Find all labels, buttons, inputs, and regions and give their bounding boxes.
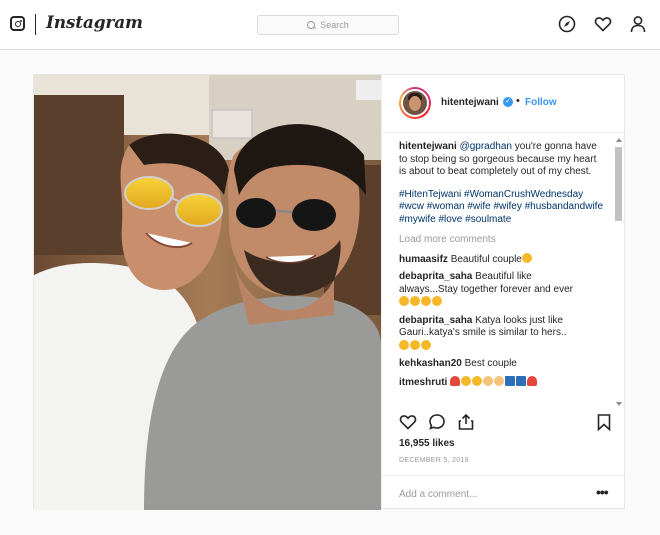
kiss-emoji-icon [432,296,442,306]
heart-eyes-emoji-icon [421,296,431,306]
post-header: hitentejwani ✓ • Follow [382,75,627,133]
instagram-camera-icon[interactable] [10,16,25,31]
instagram-wordmark[interactable]: Instagram [46,13,143,33]
verified-badge-icon: ✓ [503,97,513,107]
logo-divider [35,14,36,35]
comment-bubble-icon[interactable] [428,413,446,431]
grin-emoji-icon [472,375,483,386]
red-heart-emoji-icon [450,375,461,386]
comments-list[interactable]: hitentejwani @gpradhan you're gonna have… [399,141,604,405]
blue-emoji-icon [505,375,516,386]
story-ring[interactable] [399,87,431,119]
follow-button[interactable]: Follow [525,97,557,108]
grin-emoji-icon [461,375,472,386]
likes-count[interactable]: 16,955 likes [399,438,455,449]
comment-username[interactable]: kehkashan20 [399,358,462,369]
caption-mention[interactable]: @gpradhan [460,141,512,152]
add-comment-input[interactable]: Add a comment... [399,489,477,500]
compass-icon[interactable] [558,15,576,33]
bookmark-icon[interactable] [595,413,613,431]
post-photo[interactable] [34,75,381,510]
blue-emoji-icon [516,375,527,386]
heart-icon[interactable] [594,15,612,33]
clap-emoji-icon [483,375,494,386]
post-card: hitentejwani ✓ • Follow hitentejwani @gp… [33,74,627,510]
post-caption: hitentejwani @gpradhan you're gonna have… [399,141,604,179]
couple-selfie-image [34,75,381,510]
comment-username[interactable]: debaprita_saha [399,271,472,282]
comment-item: humaasifz Beautiful couple [399,252,604,267]
avatar[interactable] [401,89,429,117]
comment-item: debaprita_saha Katya looks just like Gau… [399,315,604,354]
load-more-comments-button[interactable]: Load more comments [399,234,604,247]
avatar-face [409,96,421,111]
post-username[interactable]: hitentejwani [441,97,499,108]
kiss-emoji-icon [421,339,431,350]
heart-eyes-emoji-icon [399,296,409,306]
top-navigation-bar: Instagram Search [0,0,660,50]
post-sidebar: hitentejwani ✓ • Follow hitentejwani @gp… [381,75,627,510]
comment-username[interactable]: humaasifz [399,254,448,265]
comment-text: Best couple [464,358,517,369]
search-input[interactable]: Search [257,15,399,35]
clap-emoji-icon [494,375,505,386]
profile-icon[interactable] [629,15,647,33]
post-actions [399,413,614,435]
more-options-button[interactable]: ••• [596,484,609,500]
heart-eyes-emoji-icon [521,252,532,263]
search-icon [307,20,316,30]
comment-item: kehkashan20 Best couple [399,358,604,371]
scroll-up-arrow-icon[interactable] [616,138,622,142]
scrollbar-thumb[interactable] [615,147,622,221]
comment-username[interactable]: itmeshruti [399,377,447,388]
heart-eyes-emoji-icon [410,339,420,350]
comment-item: debaprita_saha Beautiful like always...S… [399,271,604,310]
post-date[interactable]: DECEMBER 5, 2018 [399,457,469,464]
comment-text: Beautiful couple [450,253,522,265]
comment-item: itmeshruti [399,375,604,390]
comments-scrollbar[interactable] [614,137,624,407]
like-heart-icon[interactable] [399,413,417,431]
heart-eyes-emoji-icon [410,296,420,306]
heart-eyes-emoji-icon [399,339,409,350]
add-comment-section: Add a comment... ••• [382,475,627,510]
red-heart-emoji-icon [527,375,538,386]
search-placeholder: Search [320,20,349,30]
scroll-down-arrow-icon[interactable] [616,402,622,406]
comment-username[interactable]: debaprita_saha [399,315,472,326]
share-icon[interactable] [457,413,475,431]
caption-hashtags[interactable]: #HitenTejwani #WomanCrushWednesday #wcw … [399,189,604,227]
header-separator: • [516,95,520,107]
caption-username[interactable]: hitentejwani [399,141,457,152]
